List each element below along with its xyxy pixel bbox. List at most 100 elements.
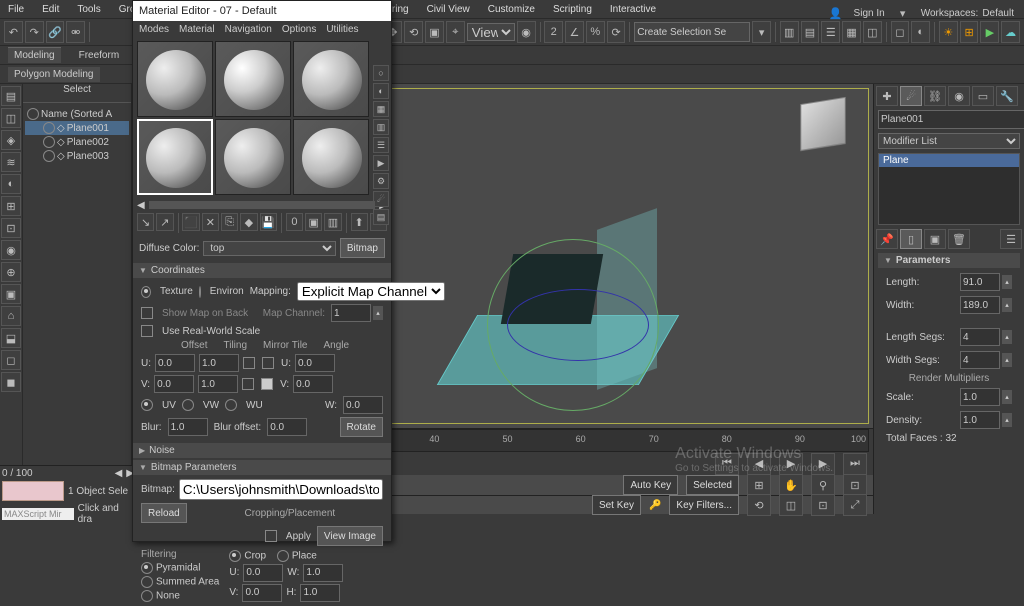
realworld-check[interactable] bbox=[141, 325, 153, 337]
bitmap-type-button[interactable]: Bitmap bbox=[340, 238, 385, 258]
render-button[interactable]: ▶ bbox=[980, 21, 999, 43]
cmd-icon[interactable]: ⊞ bbox=[1, 196, 21, 216]
rotate-gizmo-ring[interactable] bbox=[507, 289, 649, 361]
layers-button[interactable]: ☰ bbox=[821, 21, 840, 43]
workspace-value[interactable]: Default bbox=[982, 8, 1014, 19]
nav-icon[interactable]: ◫ bbox=[779, 494, 803, 516]
summed-radio[interactable] bbox=[141, 576, 153, 588]
show-end-icon[interactable]: ▥ bbox=[324, 213, 341, 231]
menu-interactive[interactable]: Interactive bbox=[610, 4, 656, 15]
environ-radio[interactable] bbox=[199, 286, 201, 298]
configure-sets-icon[interactable]: ☰ bbox=[1000, 229, 1022, 249]
put-to-scene-icon[interactable]: ↗ bbox=[156, 213, 173, 231]
material-slot-scroll[interactable]: ◀▶ bbox=[133, 199, 391, 211]
uv-radio[interactable] bbox=[141, 399, 153, 411]
show-in-vp-icon[interactable]: ▣ bbox=[305, 213, 322, 231]
pyramidal-radio[interactable] bbox=[141, 562, 153, 574]
track-swatch[interactable] bbox=[2, 481, 64, 501]
link-button[interactable]: 🔗 bbox=[46, 21, 65, 43]
cmd-icon[interactable]: ▣ bbox=[1, 284, 21, 304]
cmd-icon[interactable]: ⊕ bbox=[1, 262, 21, 282]
curve-editor-button[interactable]: ◫ bbox=[863, 21, 882, 43]
blur-input[interactable] bbox=[168, 418, 208, 436]
mat-menu-options[interactable]: Options bbox=[282, 24, 316, 35]
hierarchy-tab-icon[interactable]: ⛓ bbox=[924, 86, 946, 106]
show-end-result-icon[interactable]: ▯ bbox=[900, 229, 922, 249]
material-slot[interactable] bbox=[293, 119, 369, 195]
u-offset-input[interactable] bbox=[155, 354, 195, 372]
snap-angle-button[interactable]: ∠ bbox=[565, 21, 584, 43]
assign-to-sel-icon[interactable]: ⬛ bbox=[182, 213, 199, 231]
menu-file[interactable]: File bbox=[8, 4, 24, 15]
make-unique-icon[interactable]: ▣ bbox=[924, 229, 946, 249]
length-input[interactable] bbox=[960, 273, 1000, 291]
mat-menu-navigation[interactable]: Navigation bbox=[225, 24, 272, 35]
cmd-icon[interactable]: ◈ bbox=[1, 130, 21, 150]
cmd-icon[interactable]: ◼ bbox=[1, 372, 21, 392]
vw-radio[interactable] bbox=[182, 399, 194, 411]
schematic-view-button[interactable]: ◻ bbox=[891, 21, 910, 43]
put-to-lib-icon[interactable]: 💾 bbox=[260, 213, 277, 231]
scene-sort-header[interactable]: Name (Sorted A bbox=[25, 107, 129, 121]
bitmap-params-rollout[interactable]: Bitmap Parameters bbox=[133, 460, 391, 475]
create-tab-icon[interactable]: ✚ bbox=[876, 86, 898, 106]
mat-menu-utilities[interactable]: Utilities bbox=[326, 24, 358, 35]
setkey-button[interactable]: Set Key bbox=[592, 495, 641, 515]
wu-radio[interactable] bbox=[225, 399, 237, 411]
cmd-icon[interactable]: ⬓ bbox=[1, 328, 21, 348]
mat-menu-material[interactable]: Material bbox=[179, 24, 215, 35]
noise-rollout[interactable]: Noise bbox=[133, 443, 391, 458]
placement-button[interactable]: ⌖ bbox=[446, 21, 465, 43]
crop-h-input[interactable] bbox=[300, 584, 340, 602]
selection-set-dropdown[interactable]: ▾ bbox=[752, 21, 771, 43]
v-mirror-check[interactable] bbox=[242, 378, 254, 390]
crop-u-input[interactable] bbox=[243, 564, 283, 582]
user-icon[interactable]: 👤 bbox=[824, 2, 848, 24]
sample-type-icon[interactable]: ○ bbox=[373, 65, 389, 81]
snap-percent-button[interactable]: % bbox=[586, 21, 605, 43]
modifier-list-dropdown[interactable]: Modifier List bbox=[878, 133, 1020, 149]
ribbon-tab-freeform[interactable]: Freeform bbox=[73, 48, 126, 63]
nav-icon[interactable]: ⟲ bbox=[747, 494, 771, 516]
scene-item[interactable]: ◇Plane002 bbox=[25, 135, 129, 149]
apply-check[interactable] bbox=[265, 530, 277, 542]
get-material-icon[interactable]: ↘ bbox=[137, 213, 154, 231]
playback-prev[interactable]: ◀ bbox=[747, 453, 771, 475]
cmd-icon[interactable]: ≋ bbox=[1, 152, 21, 172]
modifier-stack[interactable]: Plane bbox=[878, 153, 1020, 225]
menu-civilview[interactable]: Civil View bbox=[427, 4, 470, 15]
render-cloud-button[interactable]: ☁ bbox=[1001, 21, 1020, 43]
u-mirror-check[interactable] bbox=[243, 357, 255, 369]
make-unique-icon[interactable]: ◆ bbox=[240, 213, 257, 231]
crop-radio[interactable] bbox=[229, 550, 241, 562]
texture-radio[interactable] bbox=[141, 286, 151, 298]
place-radio[interactable] bbox=[277, 550, 289, 562]
mapchannel-input[interactable] bbox=[331, 304, 371, 322]
v-offset-input[interactable] bbox=[154, 375, 194, 393]
options-icon[interactable]: ⚙ bbox=[373, 173, 389, 189]
cmd-icon[interactable]: ⊡ bbox=[1, 218, 21, 238]
material-slot[interactable] bbox=[137, 41, 213, 117]
menu-customize[interactable]: Customize bbox=[488, 4, 535, 15]
cmd-icon[interactable]: ◉ bbox=[1, 240, 21, 260]
nav-icon[interactable]: ⊞ bbox=[747, 474, 771, 496]
lsegs-input[interactable] bbox=[960, 328, 1000, 346]
go-parent-icon[interactable]: ⬆ bbox=[351, 213, 368, 231]
parameters-rollout[interactable]: Parameters bbox=[878, 253, 1020, 268]
u-tile-check[interactable] bbox=[262, 357, 274, 369]
nav-icon[interactable]: ⊡ bbox=[811, 494, 835, 516]
render-setup-button[interactable]: ☀ bbox=[939, 21, 958, 43]
selection-set-input[interactable] bbox=[634, 22, 750, 42]
backlight-icon[interactable]: ◐ bbox=[373, 83, 389, 99]
ribbon-tab-modeling[interactable]: Modeling bbox=[8, 47, 61, 63]
unlink-button[interactable]: ⚮ bbox=[66, 21, 85, 43]
material-slot-selected[interactable] bbox=[137, 119, 213, 195]
v-tiling-input[interactable] bbox=[198, 375, 238, 393]
stack-item[interactable]: Plane bbox=[879, 154, 1019, 167]
rotate-button[interactable]: Rotate bbox=[340, 417, 383, 437]
crop-w-input[interactable] bbox=[303, 564, 343, 582]
playback-prev-key[interactable]: ⏮ bbox=[715, 453, 739, 475]
v-tile-check[interactable] bbox=[261, 378, 273, 390]
v-angle-input[interactable] bbox=[293, 375, 333, 393]
make-copy-icon[interactable]: ⎘ bbox=[221, 213, 238, 231]
